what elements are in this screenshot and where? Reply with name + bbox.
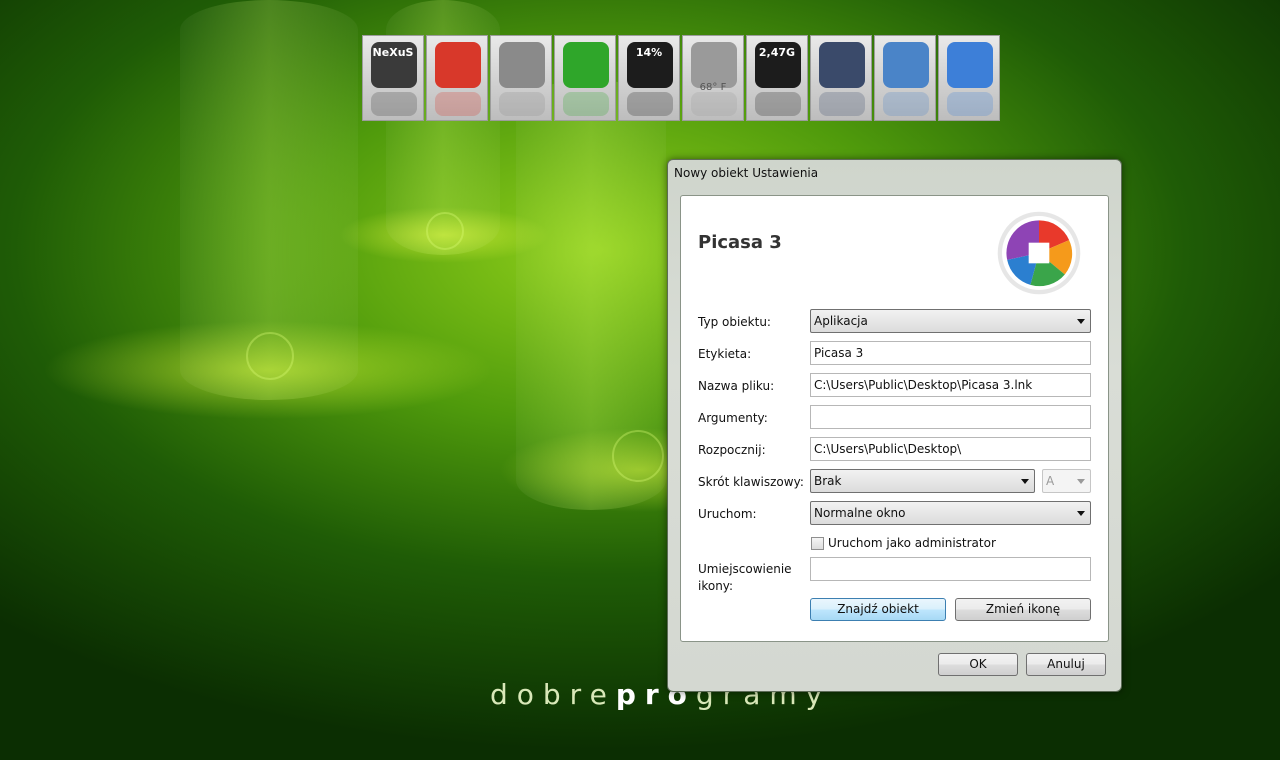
chevron-down-icon (1021, 479, 1029, 484)
picasa-logo-icon (997, 211, 1081, 295)
find-target-button[interactable]: Znajdź obiekt (810, 598, 946, 621)
gadget-dock: NeXuS 14% 68° F 2,47G (362, 35, 1002, 123)
chevron-down-icon (1077, 479, 1085, 484)
dock-item-label: 14% (635, 46, 663, 59)
run-label: Uruchom: (698, 507, 757, 521)
chevron-down-icon (1077, 319, 1085, 324)
checkbox-box[interactable] (811, 536, 824, 550)
shortcut-key-value: A (1046, 474, 1055, 488)
recycle-bin-icon (563, 42, 609, 88)
shortcut-label: Skrót klawiszowy: (698, 475, 804, 489)
run-select[interactable]: Normalne okno (810, 501, 1091, 525)
etykieta-label: Etykieta: (698, 347, 752, 361)
type-select-value: Aplikacja (814, 314, 868, 328)
icon-reflection (371, 92, 417, 116)
icon-reflection (755, 92, 801, 116)
windows-logo-icon (435, 42, 481, 88)
light-ring (246, 332, 294, 380)
start-in-label: Rozpocznij: (698, 443, 766, 457)
dock-item-sublabel: 68° F (699, 82, 727, 93)
icon-reflection (819, 92, 865, 116)
dock-item-clock[interactable] (490, 35, 552, 121)
dock-item-windows-logo[interactable] (426, 35, 488, 121)
file-name-label: Nazwa pliku: (698, 379, 775, 393)
shortcut-modifier-select[interactable]: Brak (810, 469, 1035, 493)
light-ring (612, 430, 664, 482)
dialog-title: Nowy obiekt Ustawienia (674, 166, 819, 180)
dock-item-memory-monitor[interactable]: 2,47G (746, 35, 808, 121)
ok-button[interactable]: OK (938, 653, 1018, 676)
dock-item-cpu-monitor[interactable]: 14% (618, 35, 680, 121)
change-icon-button[interactable]: Zmień ikonę (955, 598, 1091, 621)
light-ring (426, 212, 464, 250)
dock-item-mail[interactable] (874, 35, 936, 121)
dock-item-globe[interactable] (810, 35, 872, 121)
dock-item-recycle-bin[interactable] (554, 35, 616, 121)
shortcut-modifier-value: Brak (814, 474, 842, 488)
icon-reflection (883, 92, 929, 116)
start-in-input[interactable]: C:\Users\Public\Desktop\ (810, 437, 1091, 461)
icon-reflection (435, 92, 481, 116)
chevron-down-icon (1077, 511, 1085, 516)
etykieta-input[interactable]: Picasa 3 (810, 341, 1091, 365)
icon-location-label-line1: Umiejscowienie (698, 562, 792, 576)
type-label: Typ obiektu: (698, 315, 771, 329)
arguments-input[interactable] (810, 405, 1091, 429)
globe-icon (819, 42, 865, 88)
icon-reflection (947, 92, 993, 116)
settings-dialog: Nowy obiekt Ustawienia Picasa 3 Typ obie… (667, 159, 1122, 692)
dock-item-nexus[interactable]: NeXuS (362, 35, 424, 121)
icon-location-label-line2: ikony: (698, 579, 734, 593)
dock-item-weather[interactable]: 68° F (682, 35, 744, 121)
photo-camera-icon (947, 42, 993, 88)
file-name-input[interactable]: C:\Users\Public\Desktop\Picasa 3.lnk (810, 373, 1091, 397)
icon-location-input[interactable] (810, 557, 1091, 581)
icon-reflection (691, 92, 737, 116)
run-select-value: Normalne okno (814, 506, 906, 520)
run-as-admin-label: Uruchom jako administrator (828, 536, 996, 550)
arguments-label: Argumenty: (698, 411, 768, 425)
icon-reflection (563, 92, 609, 116)
run-as-admin-checkbox[interactable]: Uruchom jako administrator (811, 536, 996, 550)
dock-item-label: 2,47G (758, 46, 796, 59)
type-select[interactable]: Aplikacja (810, 309, 1091, 333)
clock-icon (499, 42, 545, 88)
icon-reflection (627, 92, 673, 116)
icon-reflection (499, 92, 545, 116)
settings-panel: Picasa 3 Typ obiektu: Aplikacja Etykieta… (680, 195, 1109, 642)
mail-icon (883, 42, 929, 88)
cancel-button[interactable]: Anuluj (1026, 653, 1106, 676)
dock-item-label: NeXuS (372, 46, 414, 59)
dock-item-photo-camera[interactable] (938, 35, 1000, 121)
app-name: Picasa 3 (698, 232, 782, 253)
shortcut-key-select[interactable]: A (1042, 469, 1091, 493)
